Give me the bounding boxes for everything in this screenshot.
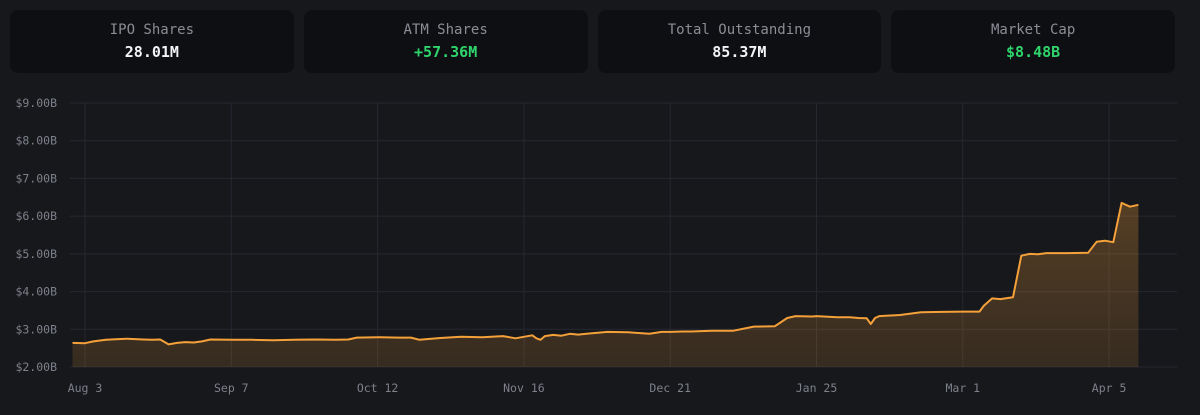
stat-label: Total Outstanding bbox=[667, 22, 812, 38]
dashboard: IPO Shares 28.01M ATM Shares +57.36M Tot… bbox=[0, 0, 1200, 415]
stat-card-market-cap: Market Cap $8.48B bbox=[891, 10, 1175, 73]
stat-card-atm-shares: ATM Shares +57.36M bbox=[303, 10, 588, 73]
y-tick-label: $2.00B bbox=[15, 360, 57, 374]
stat-card-ipo-shares: IPO Shares 28.01M bbox=[10, 10, 294, 73]
x-tick-label: Jan 25 bbox=[796, 381, 838, 395]
x-tick-label: Nov 16 bbox=[503, 381, 545, 395]
stat-label: Market Cap bbox=[990, 22, 1076, 38]
stat-value: +57.36M bbox=[414, 43, 478, 61]
stat-value: 28.01M bbox=[124, 43, 179, 61]
y-tick-label: $6.00B bbox=[15, 209, 57, 223]
y-tick-label: $3.00B bbox=[15, 322, 57, 336]
market-cap-chart-svg[interactable]: $2.00B $3.00B $4.00B $5.00B $6.00B $7.00B $8.0… bbox=[0, 90, 1200, 415]
stat-label: IPO Shares bbox=[109, 22, 195, 38]
stat-label: ATM Shares bbox=[403, 22, 488, 38]
x-tick-label: Oct 12 bbox=[357, 381, 399, 395]
x-tick-label: Apr 5 bbox=[1092, 381, 1127, 395]
y-tick-label: $4.00B bbox=[15, 285, 57, 299]
y-tick-label: $7.00B bbox=[15, 171, 57, 185]
x-tick-label: Aug 3 bbox=[68, 381, 103, 395]
x-tick-label: Mar 1 bbox=[945, 381, 980, 395]
y-tick-label: $9.00B bbox=[15, 96, 57, 110]
stat-value: $8.48B bbox=[1006, 43, 1061, 61]
x-tick-label: Sep 7 bbox=[214, 381, 249, 395]
y-tick-label: $5.00B bbox=[15, 247, 57, 261]
stat-card-total-outstanding: Total Outstanding 85.37M bbox=[597, 10, 882, 73]
x-tick-label: Dec 21 bbox=[649, 381, 691, 395]
stat-value: 85.37M bbox=[712, 43, 767, 61]
stats-cards: IPO Shares 28.01M ATM Shares +57.36M Tot… bbox=[10, 10, 1175, 73]
market-cap-chart[interactable]: $2.00B $3.00B $4.00B $5.00B $6.00B $7.00B $8.0… bbox=[0, 90, 1200, 415]
y-tick-label: $8.00B bbox=[15, 134, 57, 148]
series-area bbox=[72, 202, 1139, 367]
